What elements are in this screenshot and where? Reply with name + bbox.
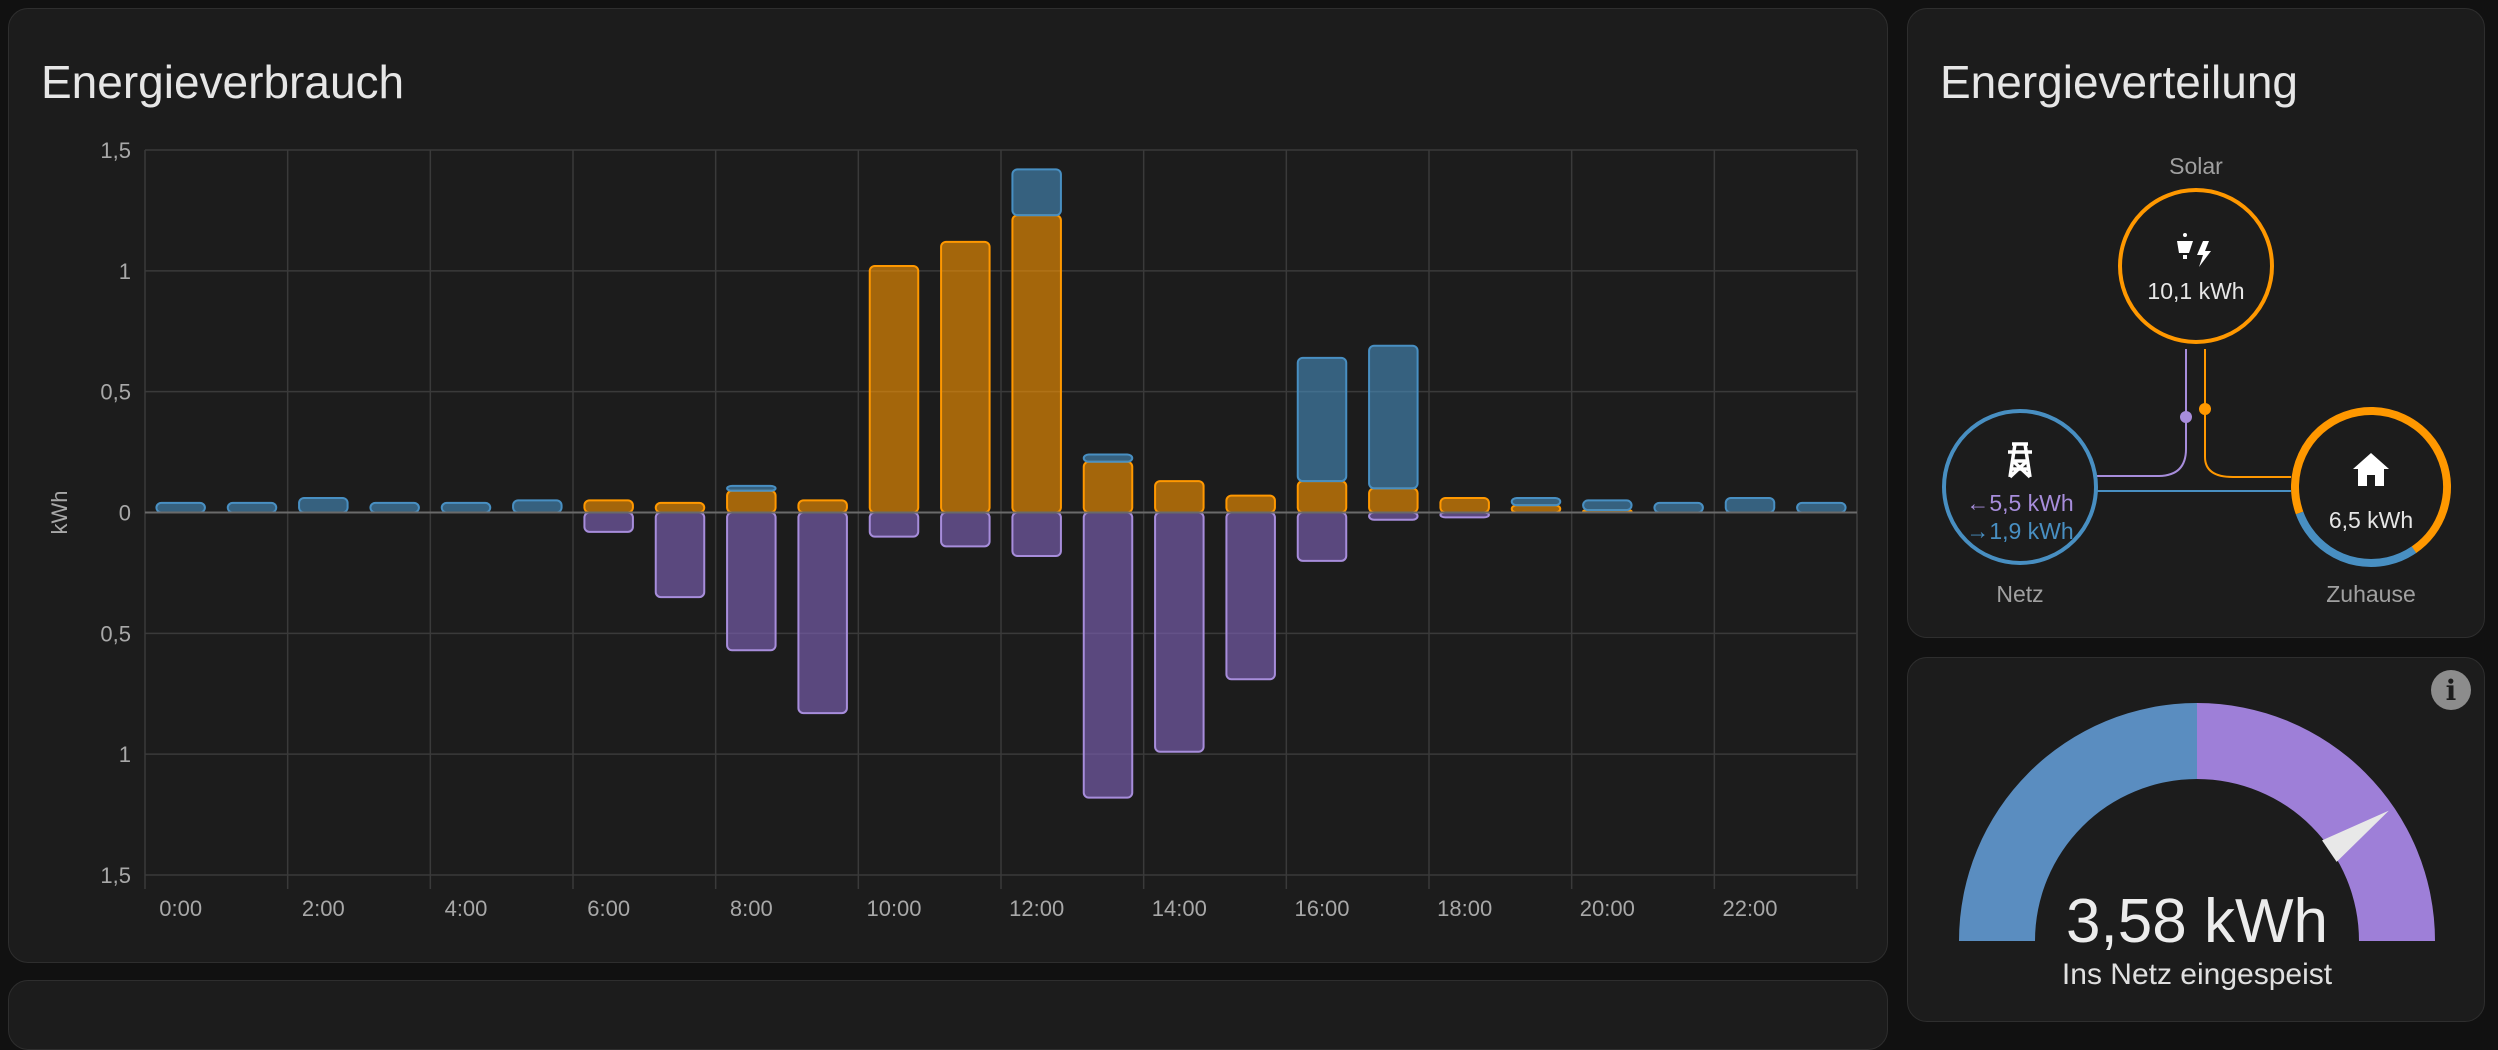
bar-returned_to_grid[interactable] bbox=[868, 511, 920, 538]
bar-solar_consumed[interactable] bbox=[1510, 504, 1562, 514]
bar-solar_consumed[interactable] bbox=[583, 499, 634, 514]
grid-import-value: 5,5 kWh bbox=[1989, 490, 2073, 516]
solar-to-grid-line bbox=[2093, 349, 2187, 477]
x-tick-label: 10:00 bbox=[866, 896, 921, 921]
x-tick-label: 16:00 bbox=[1294, 896, 1349, 921]
energy-usage-card: Energieverbrauch 1,5 1 0,5 0 0,5 1 1,5 0:00 2:00… bbox=[8, 8, 1888, 963]
bar-solar_consumed[interactable] bbox=[726, 489, 777, 514]
y-tick-label: 0,5 bbox=[100, 621, 131, 646]
bar-grid_consumed[interactable] bbox=[1368, 344, 1419, 490]
bar-returned_to_grid[interactable] bbox=[1154, 511, 1205, 753]
y-tick-label: 1,5 bbox=[100, 863, 131, 888]
bar-returned_to_grid[interactable] bbox=[1368, 511, 1419, 521]
home-label: Zuhause bbox=[2326, 581, 2416, 607]
bar-solar_consumed[interactable] bbox=[868, 265, 920, 514]
grid-import-arrow: ← bbox=[1966, 490, 1989, 516]
energy-flow-diagram: Solar 10,1 kWh ←5,5 kWh →1,9 kWh Netz 6,… bbox=[1942, 153, 2451, 607]
solar-value: 10,1 kWh bbox=[2147, 278, 2244, 304]
bar-solar_consumed[interactable] bbox=[654, 501, 706, 514]
bar-solar_consumed[interactable] bbox=[1439, 497, 1490, 514]
y-tick-label: 1,5 bbox=[100, 138, 131, 163]
bar-returned_to_grid[interactable] bbox=[1225, 511, 1276, 681]
bar-grid_consumed[interactable] bbox=[726, 484, 777, 492]
x-tick-label: 14:00 bbox=[1152, 896, 1207, 921]
bar-solar_consumed[interactable] bbox=[797, 499, 848, 514]
bar-solar_consumed[interactable] bbox=[1011, 214, 1062, 514]
x-tick-label: 2:00 bbox=[302, 896, 345, 921]
x-tick-label: 8:00 bbox=[730, 896, 773, 921]
grid-label: Netz bbox=[1996, 581, 2043, 607]
bar-grid_consumed[interactable] bbox=[1011, 168, 1062, 217]
bar-solar_consumed[interactable] bbox=[1082, 460, 1134, 514]
bar-returned_to_grid[interactable] bbox=[1011, 511, 1062, 557]
bar-solar_consumed[interactable] bbox=[1296, 480, 1348, 514]
solar-label: Solar bbox=[2169, 153, 2223, 179]
solar-node[interactable] bbox=[2118, 188, 2274, 344]
bottom-card bbox=[8, 980, 1888, 1050]
bar-returned_to_grid[interactable] bbox=[654, 511, 706, 599]
bar-returned_to_grid[interactable] bbox=[726, 511, 777, 652]
bar-solar_consumed[interactable] bbox=[1368, 487, 1419, 514]
solar-to-grid-dot bbox=[2180, 411, 2192, 423]
svg-text:→1,9 kWh: →1,9 kWh bbox=[1966, 518, 2073, 544]
bar-grid_consumed[interactable] bbox=[1082, 453, 1134, 463]
y-tick-label: 0 bbox=[119, 501, 131, 526]
bar-grid_consumed[interactable] bbox=[1796, 501, 1847, 514]
bar-grid_consumed[interactable] bbox=[1724, 497, 1776, 514]
x-tick-label: 0:00 bbox=[159, 896, 202, 921]
gauge-value: 3,58 kWh bbox=[2066, 887, 2328, 956]
bar-returned_to_grid[interactable] bbox=[1082, 511, 1134, 799]
y-axis-label: kWh bbox=[47, 491, 72, 535]
solar-to-home-dot bbox=[2199, 403, 2211, 415]
bar-grid_consumed[interactable] bbox=[1653, 501, 1704, 514]
gauge-label: Ins Netz eingespeist bbox=[2061, 958, 2333, 991]
x-tick-label: 20:00 bbox=[1580, 896, 1635, 921]
solar-to-home-line bbox=[2204, 349, 2291, 478]
bar-solar_consumed[interactable] bbox=[1154, 480, 1205, 514]
bar-solar_consumed[interactable] bbox=[940, 240, 991, 514]
bar-grid_consumed[interactable] bbox=[1582, 499, 1633, 512]
bar-returned_to_grid[interactable] bbox=[940, 511, 991, 548]
bar-grid_consumed[interactable] bbox=[512, 499, 563, 514]
bar-grid_consumed[interactable] bbox=[226, 501, 278, 514]
x-tick-label: 4:00 bbox=[445, 896, 488, 921]
bar-returned_to_grid[interactable] bbox=[583, 511, 634, 533]
bar-returned_to_grid[interactable] bbox=[1296, 511, 1348, 562]
bar-grid_consumed[interactable] bbox=[1510, 497, 1562, 507]
bar-grid_consumed[interactable] bbox=[1296, 356, 1348, 483]
x-tick-label: 22:00 bbox=[1722, 896, 1777, 921]
x-tick-label: 12:00 bbox=[1009, 896, 1064, 921]
bar-grid_consumed[interactable] bbox=[298, 497, 349, 514]
grid-export-value: 1,9 kWh bbox=[1989, 518, 2073, 544]
y-tick-label: 1 bbox=[119, 259, 131, 284]
energy-usage-chart[interactable]: 1,5 1 0,5 0 0,5 1 1,5 0:00 2:00 4:00 6:00 8:00 10:00… bbox=[9, 9, 1889, 964]
bar-grid_consumed[interactable] bbox=[440, 501, 492, 514]
x-tick-label: 6:00 bbox=[587, 896, 630, 921]
bar-returned_to_grid[interactable] bbox=[797, 511, 848, 715]
bar-grid_consumed[interactable] bbox=[369, 501, 420, 514]
grid-export-arrow: → bbox=[1966, 518, 1989, 544]
energy-distribution-card: Energieverteilung Solar 10,1 kWh ←5,5 kW… bbox=[1907, 8, 2485, 638]
y-tick-label: 0,5 bbox=[100, 380, 131, 405]
grid-return-gauge-card: i 3,58 kWh Ins Netz eingespeist bbox=[1907, 657, 2485, 1022]
home-value: 6,5 kWh bbox=[2329, 507, 2413, 533]
bar-solar_consumed[interactable] bbox=[1225, 494, 1276, 514]
bar-grid_consumed[interactable] bbox=[155, 501, 206, 514]
svg-text:←5,5 kWh: ←5,5 kWh bbox=[1966, 490, 2073, 516]
x-tick-label: 18:00 bbox=[1437, 896, 1492, 921]
y-tick-label: 1 bbox=[119, 742, 131, 767]
